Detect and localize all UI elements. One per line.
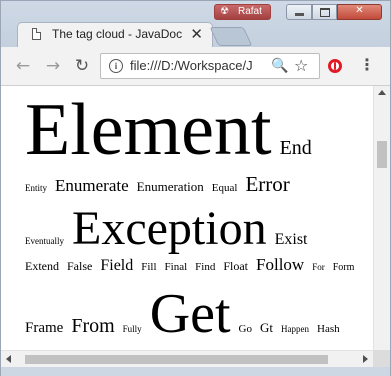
tag-exception: Exception bbox=[72, 202, 267, 255]
tag-frame: Frame bbox=[25, 320, 64, 336]
tab-title: The tag cloud - JavaDoc bbox=[52, 27, 182, 41]
url-text[interactable]: file:///D:/Workspace/J bbox=[130, 58, 264, 73]
tag-float: Float bbox=[223, 259, 249, 273]
tag-form: Form bbox=[332, 262, 355, 273]
tab-active[interactable]: The tag cloud - JavaDoc ✕ bbox=[17, 22, 213, 48]
maximize-button[interactable] bbox=[312, 4, 337, 20]
tag-find: Find bbox=[195, 261, 216, 273]
tag-gt: Gt bbox=[260, 320, 273, 335]
tag-happen: Happen bbox=[281, 324, 309, 334]
tab-close-icon[interactable]: ✕ bbox=[190, 25, 203, 43]
forward-arrow-icon[interactable]: → bbox=[43, 56, 63, 76]
scroll-left-arrow-icon[interactable] bbox=[6, 355, 11, 363]
minimize-button[interactable] bbox=[286, 4, 312, 20]
page-info-icon[interactable]: i bbox=[109, 59, 123, 73]
scrollbar-corner bbox=[373, 350, 390, 367]
close-icon: ✕ bbox=[355, 5, 364, 16]
tag-enumeration: Enumeration bbox=[136, 179, 204, 194]
profile-logo-icon: ☢ bbox=[220, 6, 229, 17]
extension-icon[interactable] bbox=[328, 59, 342, 73]
tag-go: Go bbox=[238, 323, 252, 335]
menu-icon[interactable]: ⋮ bbox=[359, 56, 375, 76]
tag-error: Error bbox=[245, 172, 290, 196]
address-bar[interactable]: i file:///D:/Workspace/J 🔍 ☆ bbox=[100, 53, 320, 79]
tag-exist: Exist bbox=[274, 231, 308, 248]
tag-element: Element bbox=[25, 89, 272, 171]
window-bottom-border bbox=[1, 367, 390, 376]
tag-eventually: Eventually bbox=[25, 236, 64, 246]
zoom-icon[interactable]: 🔍 bbox=[271, 58, 288, 74]
tab-strip: The tag cloud - JavaDoc ✕ ☢ Rafat ✕ bbox=[1, 1, 390, 48]
vertical-scroll-thumb[interactable] bbox=[377, 141, 387, 168]
tag-fully: Fully bbox=[122, 324, 142, 334]
horizontal-scrollbar[interactable] bbox=[1, 350, 373, 367]
new-tab-button[interactable] bbox=[209, 27, 253, 46]
tag-extend: Extend bbox=[25, 259, 59, 273]
back-arrow-icon[interactable]: ← bbox=[13, 56, 33, 76]
tag-cloud-line: Entity Enumerate Enumeration Equal Error bbox=[25, 171, 294, 197]
tag-cloud-line: Element End bbox=[25, 92, 316, 168]
tag-from: From bbox=[71, 315, 115, 337]
close-window-button[interactable]: ✕ bbox=[337, 4, 382, 20]
tag-final: Final bbox=[164, 261, 188, 273]
tag-follow: Follow bbox=[256, 255, 305, 274]
bookmark-star-icon[interactable]: ☆ bbox=[294, 56, 308, 75]
scroll-right-arrow-icon[interactable] bbox=[363, 355, 368, 363]
tag-hash: Hash bbox=[317, 323, 340, 335]
tag-cloud-line: Extend False Field Fill Final Find Float… bbox=[25, 254, 358, 276]
profile-button[interactable]: ☢ Rafat bbox=[214, 4, 271, 20]
tag-false: False bbox=[67, 259, 93, 273]
tag-cloud-line: Eventually Exception Exist bbox=[25, 204, 312, 254]
maximize-icon bbox=[319, 8, 330, 17]
tag-cloud-line: Frame From Fully Get Go Gt Happen Hash bbox=[25, 284, 344, 344]
horizontal-scroll-thumb[interactable] bbox=[25, 355, 328, 364]
tag-get: Get bbox=[149, 283, 231, 345]
tag-end: End bbox=[279, 137, 312, 159]
browser-window: The tag cloud - JavaDoc ✕ ☢ Rafat ✕ ← → … bbox=[0, 0, 391, 376]
tag-field: Field bbox=[100, 257, 134, 274]
tag-entity: Entity bbox=[25, 183, 47, 193]
toolbar: ← → ↻ i file:///D:/Workspace/J 🔍 ☆ ⋮ bbox=[1, 47, 390, 86]
page-content: Element End Entity Enumerate Enumeration… bbox=[1, 86, 373, 350]
minimize-icon bbox=[294, 13, 304, 16]
profile-name: Rafat bbox=[238, 6, 262, 17]
reload-icon[interactable]: ↻ bbox=[72, 56, 92, 76]
tag-enumerate: Enumerate bbox=[55, 176, 129, 195]
tag-fill: Fill bbox=[141, 261, 157, 273]
vertical-scrollbar[interactable] bbox=[373, 86, 390, 350]
tag-for: For bbox=[312, 262, 325, 272]
scroll-up-arrow-icon[interactable] bbox=[378, 90, 386, 95]
document-icon bbox=[32, 28, 41, 40]
tag-equal: Equal bbox=[211, 182, 238, 194]
